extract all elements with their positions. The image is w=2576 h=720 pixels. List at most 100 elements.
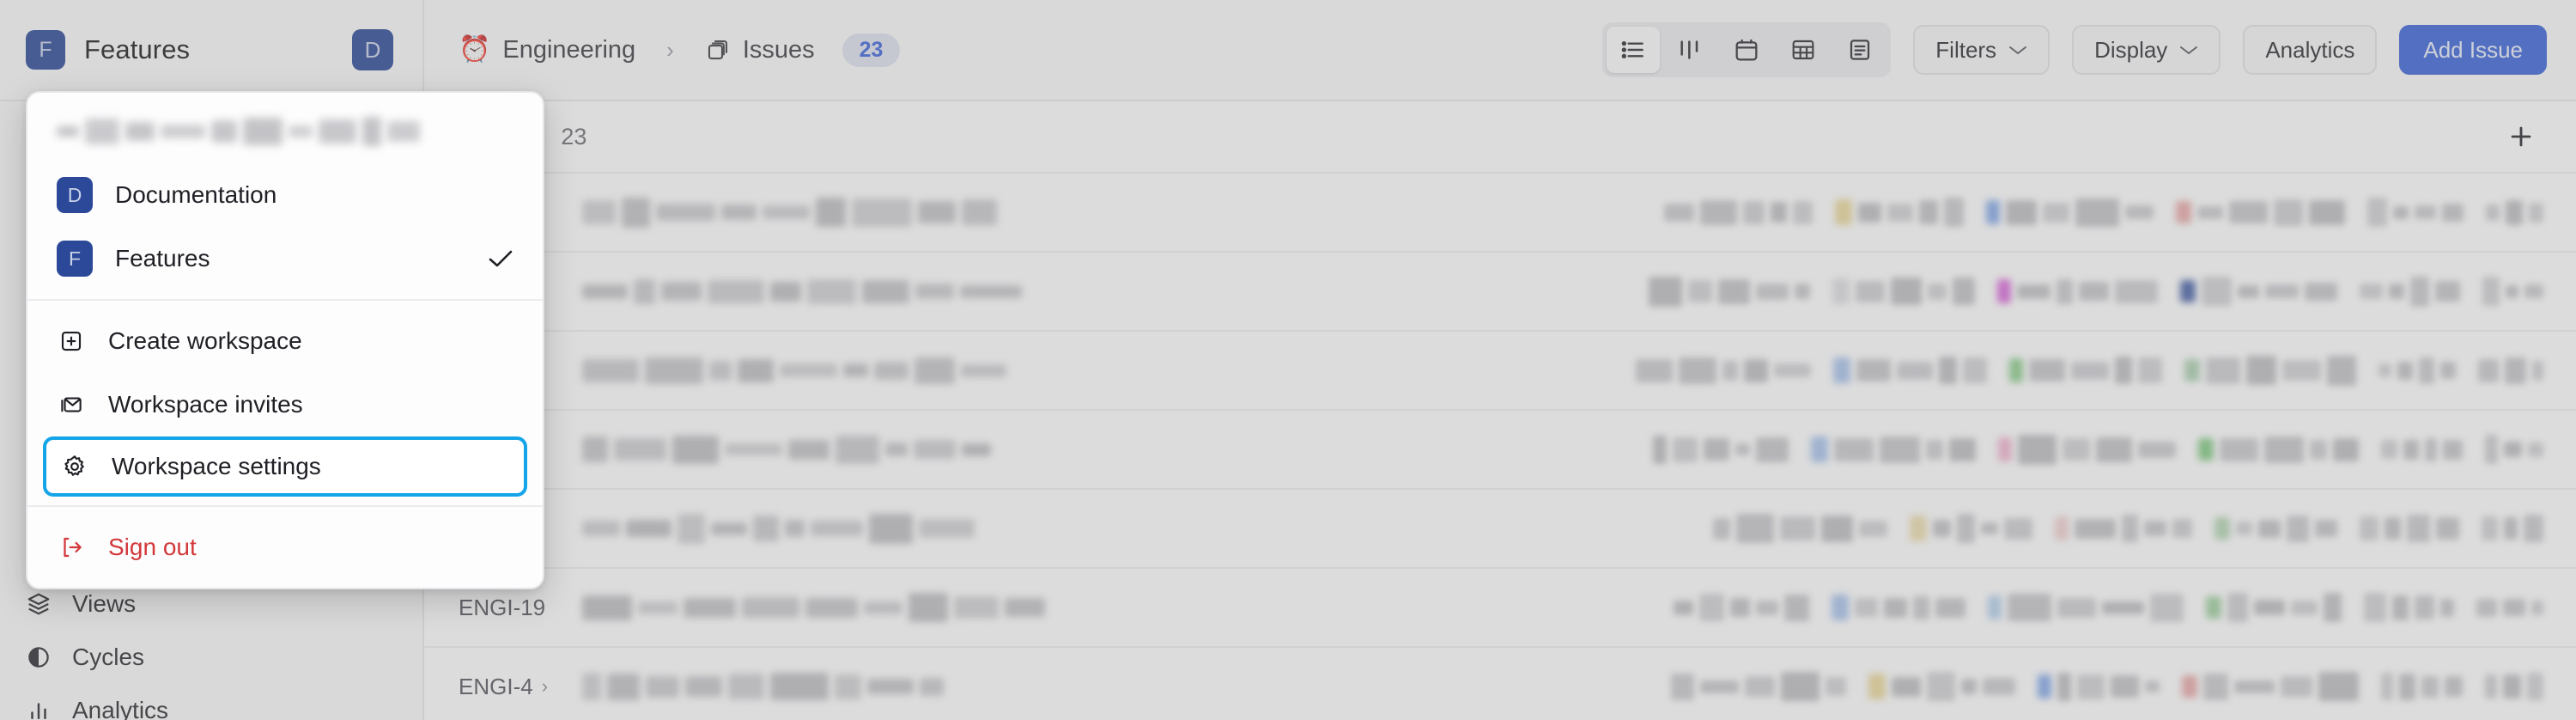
account-email-redacted (27, 105, 543, 163)
issue-meta (1636, 355, 2543, 386)
plus-square-icon (57, 328, 86, 354)
issue-meta (1713, 514, 2543, 543)
menu-create-workspace[interactable]: Create workspace (27, 309, 543, 373)
issues-total-count: 23 (561, 123, 587, 149)
analytics-button[interactable]: Analytics (2243, 25, 2378, 75)
issue-extra-redacted (2485, 435, 2543, 464)
layers-icon (705, 37, 731, 63)
table-row[interactable] (424, 253, 2576, 332)
add-issue-inline-button[interactable] (2499, 114, 2543, 159)
table-row[interactable] (424, 411, 2576, 490)
analytics-label: Analytics (2265, 36, 2355, 63)
table-row[interactable]: ENGI-4 › (424, 648, 2576, 720)
filters-button[interactable]: Filters (1913, 25, 2050, 75)
top-bar-right: ⏰ Engineering › Issues 23 Filters Displa… (424, 0, 2576, 100)
breadcrumb-section[interactable]: Issues (743, 36, 815, 64)
menu-item-label: Sign out (108, 534, 197, 560)
breadcrumb: ⏰ Engineering › Issues 23 (459, 33, 901, 67)
menu-item-label: Documentation (115, 181, 277, 208)
menu-workspace-settings[interactable]: Workspace settings (43, 436, 527, 497)
issue-priority-redacted (2038, 672, 2160, 701)
issue-id-label: ENGI-19 (459, 594, 546, 620)
list-view-button[interactable] (1607, 27, 1661, 73)
alarm-clock-icon: ⏰ (459, 35, 491, 64)
table-row[interactable] (424, 490, 2576, 569)
issue-status-redacted (1832, 595, 1965, 620)
menu-workspace-features[interactable]: F Features (27, 227, 543, 290)
table-row[interactable] (424, 174, 2576, 253)
menu-item-label: Create workspace (108, 327, 302, 354)
check-icon (489, 250, 513, 267)
issue-assignee-redacted (2198, 436, 2359, 463)
issue-extra-redacted (2485, 673, 2543, 700)
menu-divider-1 (27, 299, 543, 301)
issue-priority-redacted (2055, 515, 2192, 542)
add-issue-button[interactable]: Add Issue (2399, 25, 2547, 75)
issue-assignee-redacted (2180, 277, 2337, 306)
issue-meta (1671, 672, 2543, 701)
issue-title-redacted (582, 278, 1022, 304)
issue-id-label: ENGI-4 (459, 673, 533, 699)
issue-extra-redacted (2476, 598, 2543, 617)
issue-extra-redacted (2482, 277, 2543, 306)
menu-workspace-invites[interactable]: Workspace invites (27, 373, 543, 436)
main-content: Issues 23 ENGI-19 ENGI-4 › (424, 101, 2576, 720)
workspace-dropdown-menu: D Documentation F Features Create worksp… (26, 91, 544, 589)
plus-icon (2511, 126, 2531, 147)
issue-labels-redacted (1674, 594, 1809, 621)
calendar-view-button[interactable] (1720, 27, 1773, 73)
menu-workspace-documentation[interactable]: D Documentation (27, 163, 543, 227)
workspace-avatar: F (26, 30, 65, 70)
issue-extra-redacted (2478, 357, 2543, 384)
menu-item-label: Features (115, 245, 210, 272)
workspace-name: Features (84, 34, 191, 64)
sidebar-item-cycles[interactable]: Cycles (0, 631, 422, 684)
issue-labels-redacted (1671, 672, 1846, 701)
table-view-button[interactable] (1777, 27, 1830, 73)
display-button[interactable]: Display (2072, 25, 2221, 75)
issue-labels-redacted (1664, 199, 1813, 225)
issue-list: ENGI-19 ENGI-4 › (424, 174, 2576, 720)
issue-assignee-redacted (2184, 355, 2356, 386)
redacted-text (57, 117, 513, 146)
issue-assignee-redacted (2182, 672, 2359, 701)
view-switcher (1602, 22, 1892, 77)
breadcrumb-team[interactable]: Engineering (502, 36, 635, 64)
issue-status-redacted (1833, 357, 1987, 384)
issue-title-redacted (582, 435, 991, 464)
issue-date-redacted (2360, 276, 2460, 307)
user-avatar[interactable]: D (352, 29, 393, 70)
filters-label: Filters (1935, 36, 1997, 63)
menu-item-label: Workspace invites (108, 391, 303, 418)
issues-header: Issues 23 (424, 101, 2576, 174)
table-row[interactable]: ENGI-19 (424, 569, 2576, 648)
add-issue-label: Add Issue (2423, 36, 2523, 63)
issue-meta (1653, 434, 2543, 465)
gear-icon (60, 454, 89, 479)
chevron-right-icon: › (541, 675, 549, 697)
issue-id: ENGI-4 › (459, 674, 562, 700)
bar-chart-icon (26, 698, 52, 720)
sidebar-item-analytics[interactable]: Analytics (0, 684, 422, 720)
issue-id: ENGI-19 (459, 595, 562, 621)
issue-meta (1674, 593, 2543, 622)
issue-assignee-redacted (2215, 515, 2337, 542)
top-bar: F Features D ⏰ Engineering › Issues 23 F… (0, 0, 2576, 101)
issue-date-redacted (2381, 437, 2463, 461)
document-view-button[interactable] (1833, 27, 1886, 73)
issue-labels-redacted (1636, 357, 1811, 384)
table-row[interactable] (424, 332, 2576, 411)
workspace-switcher[interactable]: F Features D (0, 0, 424, 100)
issue-extra-redacted (2482, 515, 2543, 542)
issue-priority-redacted (1986, 198, 2154, 227)
menu-item-label: Workspace settings (112, 453, 321, 479)
issue-date-redacted (2364, 593, 2454, 622)
issue-date-redacted (2367, 198, 2464, 227)
sign-out-icon (57, 534, 86, 560)
menu-sign-out[interactable]: Sign out (27, 516, 543, 579)
sidebar-item-label: Views (72, 590, 137, 617)
chevron-down-icon-2 (2180, 46, 2198, 54)
issue-date-redacted (2379, 357, 2456, 384)
chevron-right-icon: › (666, 36, 674, 63)
board-view-button[interactable] (1663, 27, 1716, 73)
